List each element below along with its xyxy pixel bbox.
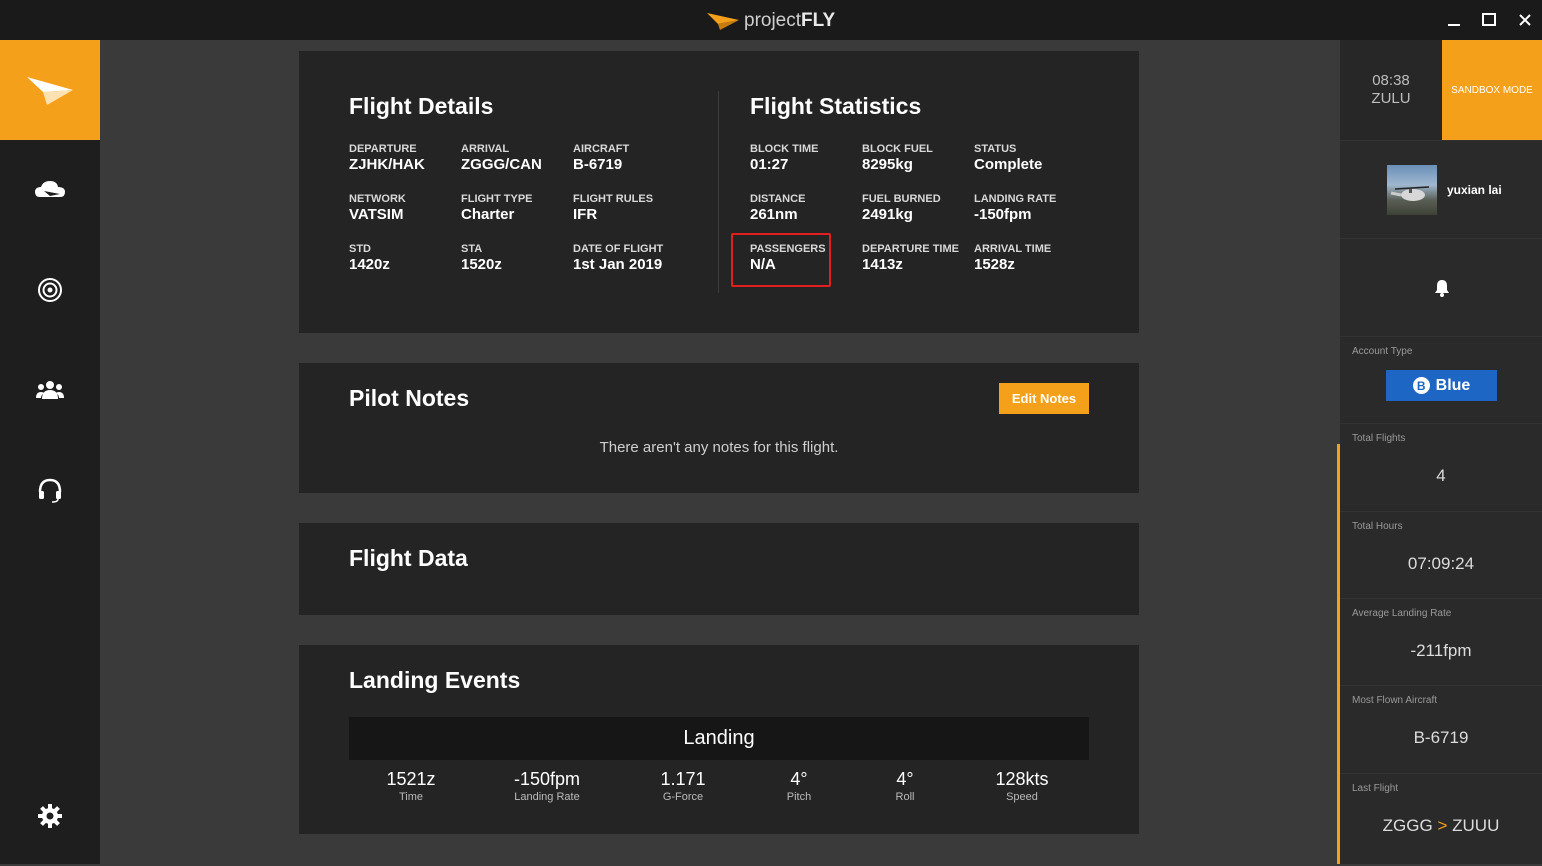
pilot-notes-card: Pilot Notes Edit Notes There aren't any … [299,363,1139,493]
landing-events-title: Landing Events [349,667,521,693]
title-bar: projectFLY [0,0,1542,40]
last-flight-caption: Last Flight [1352,783,1399,794]
flight-summary-card: Flight Details Flight Statistics DEPARTU… [299,51,1139,333]
paper-plane-icon [27,77,73,105]
app-title: projectFLY [744,10,836,31]
paper-plane-logo-icon [707,13,739,30]
landing-event-header: Landing [349,717,1089,760]
sidebar-item-community[interactable] [0,340,100,440]
field-landing-rate: LANDING RATE -150fpm [974,193,1057,223]
account-badge-icon: B [1412,377,1430,394]
minimize-button[interactable] [1442,8,1466,32]
most-flown-caption: Most Flown Aircraft [1352,695,1438,706]
avg-landing-value: -211fpm [1410,641,1472,660]
sidebar-item-radar[interactable] [0,240,100,340]
landing-stat-time: 1521z Time [386,769,436,803]
total-hours-section: Total Hours 07:09:24 [1340,511,1542,598]
close-button[interactable] [1513,8,1537,32]
total-hours-caption: Total Hours [1352,521,1403,532]
users-icon [36,381,64,399]
sidebar-item-flights[interactable] [0,140,100,240]
flight-details-title: Flight Details [349,93,494,119]
field-date-of-flight: DATE OF FLIGHT 1st Jan 2019 [573,243,664,273]
field-flight-type: FLIGHT TYPE Charter [461,193,533,223]
avg-landing-caption: Average Landing Rate [1352,608,1452,619]
landing-stat-speed: 128kts Speed [995,769,1049,803]
account-type-badge[interactable]: B Blue [1386,370,1497,401]
field-std: STD 1420z [349,243,390,273]
field-arrival: ARRIVAL ZGGG/CAN [461,143,542,173]
landing-stat-roll: 4° Roll [895,769,915,803]
last-flight-value: ZGGG > ZUUU [1382,816,1500,835]
field-arrival-time: ARRIVAL TIME 1528z [974,243,1052,273]
main-content: Flight Details Flight Statistics DEPARTU… [100,40,1340,864]
maximize-button[interactable] [1477,8,1501,32]
maximize-icon [1482,13,1496,26]
flight-data-card: Flight Data [299,523,1139,615]
sidebar-item-settings[interactable] [0,766,100,866]
username: yuxian lai [1447,183,1502,197]
field-status: STATUS Complete [974,143,1043,173]
passengers-highlight-box [731,233,831,287]
user-profile[interactable]: yuxian lai [1340,140,1542,238]
cloud-plane-icon [35,181,65,197]
account-type-caption: Account Type [1352,346,1413,357]
notifications[interactable] [1340,238,1542,336]
flight-statistics-title: Flight Statistics [750,93,922,119]
gear-icon [38,804,62,828]
field-aircraft: AIRCRAFT B-6719 [573,143,630,173]
zulu-clock: 08:38 ZULU [1340,40,1442,140]
minimize-icon [1448,24,1460,26]
avg-landing-section: Average Landing Rate -211fpm [1340,598,1542,685]
total-hours-value: 07:09:24 [1407,554,1475,573]
pilot-notes-title: Pilot Notes [349,385,470,411]
right-panel: 08:38 ZULU SANDBOX MODE yuxian lai Accou… [1340,40,1542,864]
total-flights-value: 4 [1436,466,1446,485]
total-flights-caption: Total Flights [1352,433,1406,444]
sandbox-mode-button[interactable]: SANDBOX MODE [1442,40,1542,140]
bell-icon [1435,280,1449,297]
clock-zone: ZULU [1371,90,1411,107]
field-sta: STA 1520z [461,243,502,273]
edit-notes-button[interactable]: Edit Notes [999,383,1089,414]
field-departure: DEPARTURE ZJHK/HAK [349,143,425,173]
notes-empty-message: There aren't any notes for this flight. [599,439,839,456]
close-icon [1519,14,1531,26]
radar-icon [38,278,62,302]
account-type-section: Account Type B Blue [1340,336,1542,423]
field-departure-time: DEPARTURE TIME 1413z [862,243,959,273]
helicopter-photo-icon [1390,186,1430,201]
field-block-fuel: BLOCK FUEL 8295kg [862,143,933,173]
avatar [1387,165,1437,215]
sidebar [0,40,100,864]
field-flight-rules: FLIGHT RULES IFR [573,193,654,223]
account-type-value: Blue [1435,376,1471,394]
most-flown-value: B-6719 [1413,728,1469,747]
headset-icon [38,478,62,503]
landing-stat-g-force: 1.171 G-Force [660,769,706,803]
sidebar-brand-button[interactable] [0,40,100,140]
landing-stat-pitch: 4° Pitch [786,769,812,803]
clock-time: 08:38 [1372,72,1410,89]
flight-data-title: Flight Data [349,545,468,571]
landing-events-card: Landing Events Landing 1521z Time -150fpm… [299,645,1139,834]
most-flown-section: Most Flown Aircraft B-6719 [1340,685,1542,773]
field-block-time: BLOCK TIME 01:27 [750,143,819,173]
field-network: NETWORK VATSIM [349,193,406,223]
total-flights-section: Total Flights 4 [1340,423,1542,511]
app-logo: projectFLY [706,10,835,32]
field-fuel-burned: FUEL BURNED 2491kg [862,193,941,223]
sidebar-item-support[interactable] [0,440,100,540]
last-flight-section: Last Flight ZGGG > ZUUU [1340,773,1542,864]
landing-stat-landing-rate: -150fpm Landing Rate [513,769,581,803]
field-distance: DISTANCE 261nm [750,193,806,223]
section-divider [718,91,719,293]
